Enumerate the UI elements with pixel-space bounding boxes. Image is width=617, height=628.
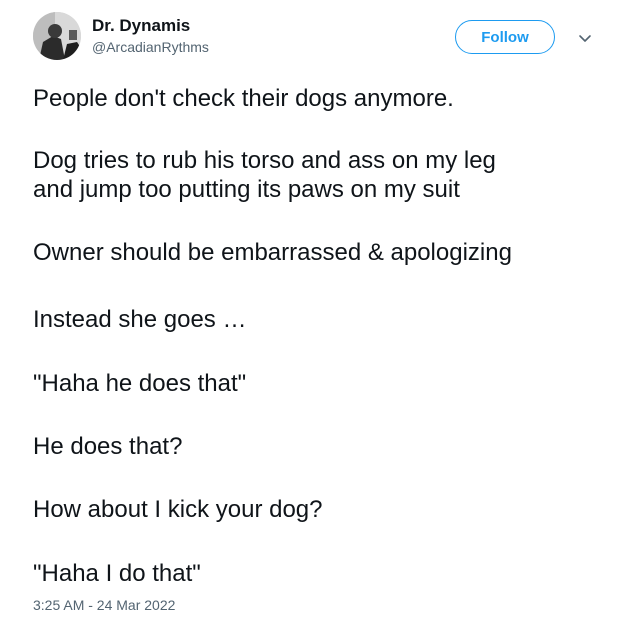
tweet-paragraph: "Haha I do that" bbox=[33, 559, 201, 588]
tweet-line: and jump too putting its paws on my suit bbox=[33, 176, 460, 203]
tweet-line: How about I kick your dog? bbox=[33, 496, 323, 523]
author-handle[interactable]: @ArcadianRythms bbox=[92, 39, 209, 56]
tweet-line: People don't check their dogs anymore. bbox=[33, 85, 454, 112]
tweet-line: "Haha I do that" bbox=[33, 560, 201, 587]
tweet-line: "Haha he does that" bbox=[33, 370, 247, 397]
tweet-paragraph: "Haha he does that" bbox=[33, 369, 246, 398]
tweet-line: He does that? bbox=[33, 433, 183, 460]
author-display-name[interactable]: Dr. Dynamis bbox=[92, 16, 190, 36]
tweet-paragraph: People don't check their dogs anymore. bbox=[33, 84, 454, 113]
follow-button[interactable]: Follow bbox=[455, 20, 555, 54]
tweet-timestamp[interactable]: 3:25 AM - 24 Mar 2022 bbox=[33, 597, 175, 614]
tweet-card: Dr. Dynamis @ArcadianRythms Follow Peopl… bbox=[0, 0, 617, 628]
tweet-paragraph: Owner should be embarrassed & apologizin… bbox=[33, 238, 512, 267]
tweet-paragraph: Instead she goes … bbox=[33, 305, 246, 334]
tweet-line: Owner should be embarrassed & apologizin… bbox=[33, 239, 512, 266]
chevron-down-icon[interactable] bbox=[577, 30, 593, 46]
tweet-paragraph: Dog tries to rub his torso and ass on my… bbox=[33, 146, 496, 204]
avatar-photo bbox=[33, 12, 81, 60]
tweet-paragraph: He does that? bbox=[33, 432, 182, 461]
tweet-paragraph: How about I kick your dog? bbox=[33, 495, 323, 524]
avatar[interactable] bbox=[33, 12, 81, 60]
tweet-line: Dog tries to rub his torso and ass on my… bbox=[33, 147, 496, 174]
tweet-line: Instead she goes … bbox=[33, 306, 247, 333]
